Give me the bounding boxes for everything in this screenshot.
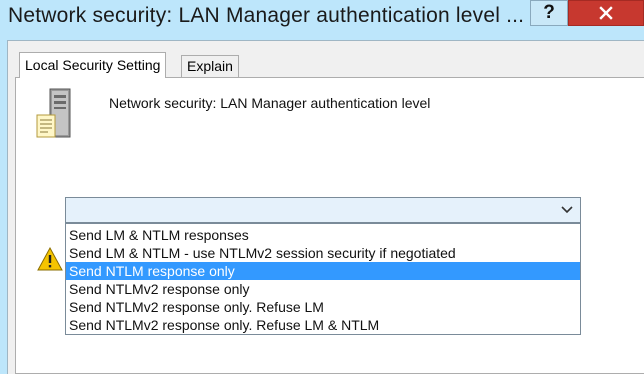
close-button[interactable] xyxy=(568,0,644,26)
policy-name-label: Network security: LAN Manager authentica… xyxy=(109,95,431,111)
window-title: Network security: LAN Manager authentica… xyxy=(8,4,525,27)
warning-icon xyxy=(37,247,63,271)
title-bar[interactable]: Network security: LAN Manager authentica… xyxy=(0,0,644,38)
tab-explain[interactable]: Explain xyxy=(181,55,239,78)
dropdown-option[interactable]: Send LM & NTLM - use NTLMv2 session secu… xyxy=(66,244,580,262)
dropdown-option[interactable]: Send NTLMv2 response only. Refuse LM xyxy=(66,298,580,316)
close-icon xyxy=(599,6,613,20)
authentication-level-combo[interactable] xyxy=(65,197,581,223)
server-policy-icon xyxy=(36,88,71,138)
dropdown-option-selected[interactable]: Send NTLM response only xyxy=(66,262,580,280)
dropdown-option[interactable]: Send NTLMv2 response only xyxy=(66,280,580,298)
dropdown-option[interactable]: Send LM & NTLM responses xyxy=(66,226,580,244)
tab-local-security-setting[interactable]: Local Security Setting xyxy=(19,52,167,78)
help-button[interactable]: ? xyxy=(530,0,568,26)
dropdown-option[interactable]: Send NTLMv2 response only. Refuse LM & N… xyxy=(66,316,580,334)
authentication-level-dropdown[interactable]: Send LM & NTLM responses Send LM & NTLM … xyxy=(65,223,581,335)
chevron-down-icon xyxy=(561,206,573,214)
